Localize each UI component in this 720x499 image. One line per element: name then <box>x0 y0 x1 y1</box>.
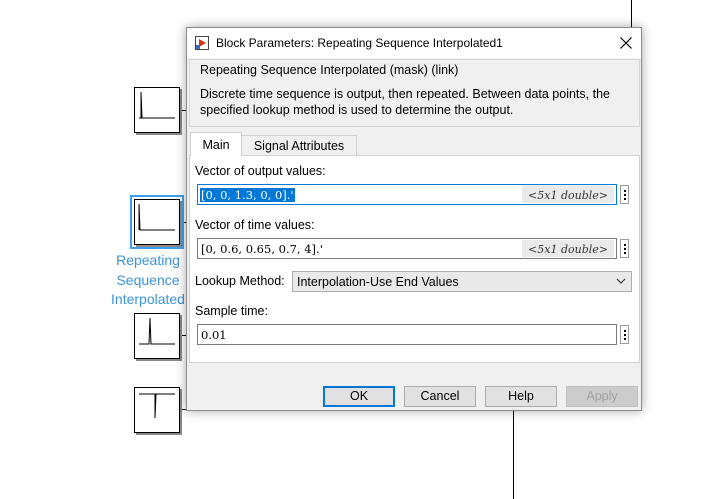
signal-line <box>179 409 186 410</box>
time-values-menu-button[interactable] <box>620 239 629 258</box>
output-values-menu-button[interactable] <box>620 185 629 204</box>
dialog-title: Block Parameters: Repeating Sequence Int… <box>216 36 503 50</box>
time-values-input[interactable]: [0, 0.6, 0.65, 0.7, 4].' <5x1 double> <box>197 238 617 259</box>
tab-panel-main: Vector of output values: [0, 0, 1.3, 0, … <box>189 155 640 363</box>
tab-signal-attributes[interactable]: Signal Attributes <box>241 135 357 156</box>
sample-time-menu-button[interactable] <box>620 325 629 344</box>
ok-button[interactable]: OK <box>323 386 395 407</box>
signal-line <box>631 0 632 28</box>
time-values-label: Vector of time values: <box>195 218 315 232</box>
mask-description: Discrete time sequence is output, then r… <box>200 87 610 117</box>
sample-time-text: 0.01 <box>201 328 227 342</box>
time-values-type-hint: <5x1 double> <box>522 240 614 257</box>
mask-title: Repeating Sequence Interpolated (mask) (… <box>200 63 459 77</box>
chevron-down-icon <box>616 278 626 284</box>
waveform-icon <box>139 393 175 419</box>
signal-line <box>179 110 186 111</box>
waveform-icon <box>138 203 175 231</box>
lookup-method-label: Lookup Method: <box>195 274 285 288</box>
signal-line <box>179 222 186 223</box>
block-label: Repeating Sequence Interpolated <box>111 252 185 307</box>
block-parameters-dialog: Block Parameters: Repeating Sequence Int… <box>186 27 642 411</box>
output-values-input[interactable]: [0, 0, 1.3, 0, 0].' <5x1 double> <box>197 184 617 205</box>
output-values-label: Vector of output values: <box>195 164 326 178</box>
help-button[interactable]: Help <box>485 386 557 407</box>
repeating-sequence-block[interactable] <box>134 313 180 359</box>
mask-description-group: Repeating Sequence Interpolated (mask) (… <box>189 59 640 127</box>
tab-main[interactable]: Main <box>190 132 242 156</box>
repeating-sequence-interpolated-block[interactable] <box>130 195 184 249</box>
title-bar[interactable]: Block Parameters: Repeating Sequence Int… <box>187 28 641 58</box>
repeating-sequence-block[interactable] <box>134 387 180 433</box>
lookup-method-value: Interpolation-Use End Values <box>297 275 459 289</box>
sample-time-label: Sample time: <box>195 304 268 318</box>
apply-button[interactable]: Apply <box>566 386 638 407</box>
signal-line <box>179 335 186 336</box>
waveform-icon <box>139 91 175 119</box>
sample-time-input[interactable]: 0.01 <box>197 324 617 345</box>
waveform-icon <box>139 317 175 345</box>
signal-line <box>513 409 514 499</box>
close-button[interactable] <box>611 28 641 58</box>
close-icon <box>620 37 632 49</box>
lookup-method-select[interactable]: Interpolation-Use End Values <box>292 271 632 292</box>
cancel-button[interactable]: Cancel <box>404 386 476 407</box>
output-values-text: [0, 0, 1.3, 0, 0].' <box>200 188 295 202</box>
time-values-text: [0, 0.6, 0.65, 0.7, 4].' <box>201 242 323 256</box>
simulink-block-icon <box>195 36 209 50</box>
repeating-sequence-block[interactable] <box>134 87 180 133</box>
output-values-type-hint: <5x1 double> <box>522 186 614 203</box>
